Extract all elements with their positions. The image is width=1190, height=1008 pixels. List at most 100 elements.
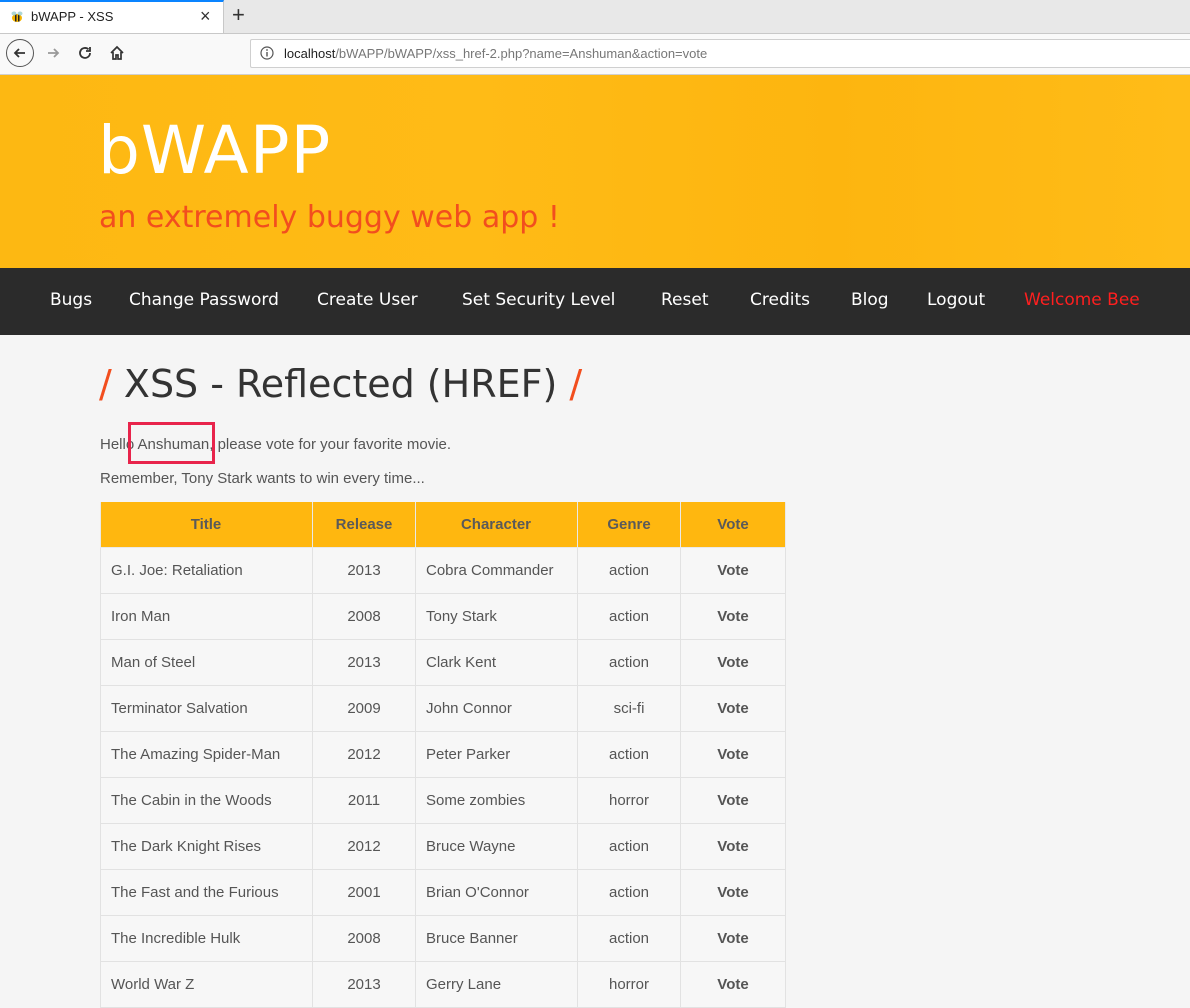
vote-link[interactable]: Vote — [717, 930, 748, 947]
movie-character: Peter Parker — [415, 731, 578, 778]
movies-table: Title Release Character Genre Vote G.I. … — [100, 502, 786, 1008]
vote-cell: Vote — [680, 547, 786, 594]
close-tab-icon[interactable]: × — [200, 6, 211, 27]
movie-title: The Amazing Spider-Man — [100, 731, 313, 778]
movie-genre: action — [577, 915, 681, 962]
forward-arrow-icon — [48, 48, 60, 58]
movie-genre: action — [577, 869, 681, 916]
reload-button[interactable] — [70, 38, 100, 68]
active-tab[interactable]: bWAPP - XSS × — [0, 0, 224, 33]
movie-genre: action — [577, 547, 681, 594]
table-header-row: Title Release Character Genre Vote — [100, 502, 786, 548]
movie-title: The Dark Knight Rises — [100, 823, 313, 870]
movie-title: Man of Steel — [100, 639, 313, 686]
movie-genre: action — [577, 731, 681, 778]
movie-character: Cobra Commander — [415, 547, 578, 594]
vote-link[interactable]: Vote — [717, 884, 748, 901]
vote-cell: Vote — [680, 639, 786, 686]
vote-cell: Vote — [680, 915, 786, 962]
movie-title: G.I. Joe: Retaliation — [100, 547, 313, 594]
vote-link[interactable]: Vote — [717, 746, 748, 763]
menu-item-change-password[interactable]: Change Password — [129, 290, 279, 310]
info-icon[interactable] — [260, 46, 274, 60]
table-row: The Fast and the Furious 2001 Brian O'Co… — [100, 869, 786, 916]
site-tagline: an extremely buggy web app ! — [99, 200, 560, 235]
back-button[interactable] — [6, 39, 34, 67]
vote-link[interactable]: Vote — [717, 792, 748, 809]
header-title: Title — [100, 502, 313, 548]
vote-cell: Vote — [680, 777, 786, 824]
movie-character: Clark Kent — [415, 639, 578, 686]
movie-genre: horror — [577, 777, 681, 824]
vote-cell: Vote — [680, 731, 786, 778]
movie-character: Some zombies — [415, 777, 578, 824]
highlight-box — [128, 422, 215, 464]
page-title: / XSS - Reflected (HREF) / — [99, 362, 582, 406]
greeting-suffix: , please vote for your favorite movie. — [209, 436, 452, 453]
table-row: Terminator Salvation 2009 John Connor sc… — [100, 685, 786, 732]
movie-release: 2012 — [312, 731, 416, 778]
site-logo: bWAPP — [98, 112, 332, 189]
page-title-text: XSS - Reflected (HREF) — [123, 362, 558, 406]
home-button[interactable] — [102, 38, 132, 68]
movie-character: Bruce Wayne — [415, 823, 578, 870]
header-release: Release — [312, 502, 416, 548]
movie-release: 2013 — [312, 639, 416, 686]
vote-link[interactable]: Vote — [717, 838, 748, 855]
movie-genre: horror — [577, 961, 681, 1008]
movie-release: 2001 — [312, 869, 416, 916]
back-arrow-icon — [13, 48, 25, 58]
movie-title: Terminator Salvation — [100, 685, 313, 732]
menu-item-bugs[interactable]: Bugs — [50, 290, 92, 310]
movie-genre: sci-fi — [577, 685, 681, 732]
vote-link[interactable]: Vote — [717, 976, 748, 993]
url-text[interactable]: localhost/bWAPP/bWAPP/xss_href-2.php?nam… — [284, 46, 707, 61]
menu-item-blog[interactable]: Blog — [851, 290, 889, 310]
vote-link[interactable]: Vote — [717, 608, 748, 625]
url-host: localhost — [284, 46, 336, 61]
movie-release: 2008 — [312, 593, 416, 640]
movie-character: John Connor — [415, 685, 578, 732]
welcome-text: Welcome Bee — [1024, 290, 1140, 310]
vote-cell: Vote — [680, 961, 786, 1008]
forward-button[interactable] — [38, 38, 68, 68]
menu-item-create-user[interactable]: Create User — [317, 290, 418, 310]
menu-item-reset[interactable]: Reset — [661, 290, 709, 310]
vote-link[interactable]: Vote — [717, 700, 748, 717]
url-bar[interactable]: localhost/bWAPP/bWAPP/xss_href-2.php?nam… — [250, 39, 1190, 68]
menu-item-credits[interactable]: Credits — [750, 290, 810, 310]
tab-bar: bWAPP - XSS × + — [0, 0, 1190, 34]
header-character: Character — [415, 502, 578, 548]
movie-title: Iron Man — [100, 593, 313, 640]
new-tab-button[interactable]: + — [232, 2, 245, 28]
table-row: Man of Steel 2013 Clark Kent action Vote — [100, 639, 786, 686]
table-row: The Amazing Spider-Man 2012 Peter Parker… — [100, 731, 786, 778]
site-header: bWAPP an extremely buggy web app ! — [0, 75, 1190, 268]
menu-item-set-security-level[interactable]: Set Security Level — [462, 290, 615, 310]
table-row: G.I. Joe: Retaliation 2013 Cobra Command… — [100, 547, 786, 594]
movie-genre: action — [577, 593, 681, 640]
movie-title: World War Z — [100, 961, 313, 1008]
menu-item-logout[interactable]: Logout — [927, 290, 985, 310]
movie-release: 2011 — [312, 777, 416, 824]
movie-release: 2009 — [312, 685, 416, 732]
vote-link[interactable]: Vote — [717, 562, 748, 579]
vote-link[interactable]: Vote — [717, 654, 748, 671]
movie-character: Gerry Lane — [415, 961, 578, 1008]
movie-character: Tony Stark — [415, 593, 578, 640]
movie-character: Brian O'Connor — [415, 869, 578, 916]
title-slash-right: / — [569, 362, 583, 406]
tab-title: bWAPP - XSS — [31, 9, 114, 24]
url-path: /bWAPP/bWAPP/xss_href-2.php?name=Anshuma… — [335, 46, 708, 61]
header-genre: Genre — [577, 502, 681, 548]
movie-release: 2013 — [312, 547, 416, 594]
movie-release: 2013 — [312, 961, 416, 1008]
table-row: World War Z 2013 Gerry Lane horror Vote — [100, 961, 786, 1008]
vote-cell: Vote — [680, 593, 786, 640]
remember-text: Remember, Tony Stark wants to win every … — [100, 470, 425, 487]
vote-cell: Vote — [680, 685, 786, 732]
reload-icon — [79, 47, 91, 59]
movie-genre: action — [577, 639, 681, 686]
vote-cell: Vote — [680, 823, 786, 870]
movie-release: 2008 — [312, 915, 416, 962]
